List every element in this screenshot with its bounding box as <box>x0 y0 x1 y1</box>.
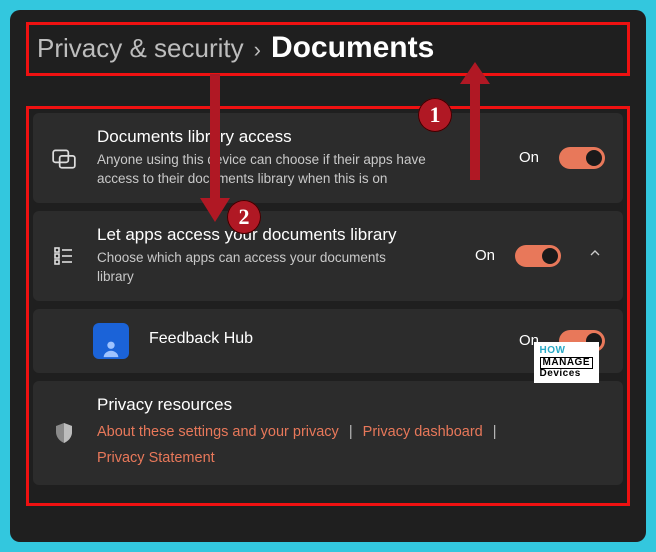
annotation-marker-2: 2 <box>227 200 261 234</box>
link-about-settings-privacy[interactable]: About these settings and your privacy <box>97 424 339 440</box>
apps-access-toggle[interactable] <box>515 245 561 267</box>
card-subtitle: Choose which apps can access your docume… <box>97 249 397 287</box>
card-subtitle: Anyone using this device can choose if t… <box>97 151 457 189</box>
watermark-logo: HOW MANAGE Devices <box>534 342 599 383</box>
let-apps-access-card[interactable]: Let apps access your documents library C… <box>33 211 623 301</box>
card-title: Let apps access your documents library <box>97 225 459 245</box>
shield-icon <box>47 420 81 446</box>
link-privacy-dashboard[interactable]: Privacy dashboard <box>363 424 483 440</box>
privacy-resources-card: Privacy resources About these settings a… <box>33 381 623 485</box>
documents-library-access-card: Documents library access Anyone using th… <box>33 113 623 203</box>
settings-panel: Privacy & security › Documents Documents… <box>10 10 646 542</box>
feedback-hub-app-icon <box>93 323 129 359</box>
annotation-arrow-up-icon <box>458 62 492 182</box>
breadcrumb-separator-icon: › <box>254 37 261 63</box>
breadcrumb: Privacy & security › Documents <box>26 22 630 76</box>
link-separator: | <box>493 424 497 440</box>
toggle-state-label: On <box>519 149 539 166</box>
chevron-up-icon[interactable] <box>587 245 605 266</box>
app-name: Feedback Hub <box>149 330 503 348</box>
card-title: Privacy resources <box>97 395 605 415</box>
folder-library-icon <box>47 145 81 171</box>
content-area: Documents library access Anyone using th… <box>26 106 630 506</box>
library-access-toggle[interactable] <box>559 147 605 169</box>
link-privacy-statement[interactable]: Privacy Statement <box>97 450 215 466</box>
breadcrumb-current: Documents <box>271 31 434 65</box>
list-toggle-icon <box>47 244 81 268</box>
toggle-state-label: On <box>475 247 495 264</box>
link-separator: | <box>349 424 353 440</box>
annotation-arrow-down-icon <box>198 72 232 222</box>
annotation-marker-1: 1 <box>418 98 452 132</box>
breadcrumb-parent[interactable]: Privacy & security <box>37 33 244 64</box>
